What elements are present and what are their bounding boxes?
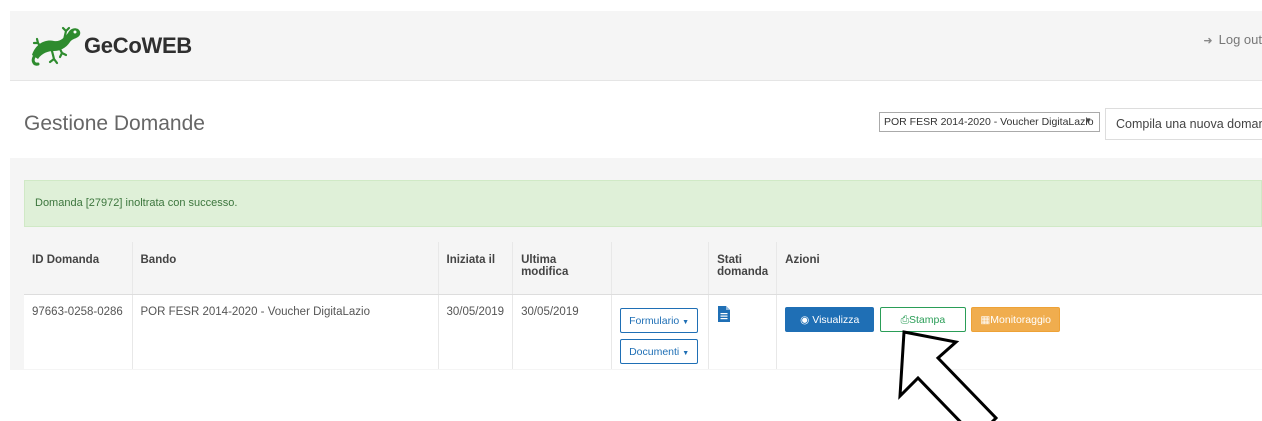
table-header-row: ID Domanda Bando Iniziata il Ultima modi… bbox=[24, 242, 1262, 295]
header-modifica: Ultima modifica bbox=[512, 242, 613, 295]
monitoraggio-label: Monitoraggio bbox=[990, 313, 1051, 326]
eye-icon: ◉ bbox=[800, 313, 810, 326]
stampa-label: Stampa bbox=[908, 313, 946, 326]
stampa-button[interactable]: ⎙Stampa bbox=[879, 306, 967, 332]
new-application-button[interactable]: Compila una nuova domanda bbox=[1105, 108, 1262, 140]
top-navbar: GeCoWEB ➜ Log out bbox=[10, 11, 1262, 81]
bando-select-value: POR FESR 2014-2020 - Voucher DigitaLazio bbox=[884, 116, 1094, 128]
documenti-label: Documenti bbox=[629, 345, 680, 358]
cell-modifica: 30/05/2019 bbox=[512, 294, 613, 369]
visualizza-button[interactable]: ◉ Visualizza bbox=[785, 306, 875, 332]
cell-id: 97663-0258-0286 bbox=[24, 294, 133, 369]
header-stati: Stati domanda bbox=[708, 242, 778, 295]
table-icon: ▦ bbox=[980, 313, 991, 326]
header-iniziata: Iniziata il bbox=[438, 242, 514, 295]
pointer-arrow-icon bbox=[898, 330, 999, 421]
cell-stati bbox=[708, 294, 778, 369]
header-id: ID Domanda bbox=[24, 242, 133, 295]
sign-out-icon: ➜ bbox=[1203, 35, 1213, 47]
cell-menus: Formulario ▼ Documenti ▼ bbox=[611, 294, 710, 369]
print-icon: ⎙ bbox=[900, 313, 909, 326]
formulario-dropdown[interactable]: Formulario ▼ bbox=[620, 307, 699, 333]
gecko-logo-icon bbox=[31, 26, 81, 66]
caret-down-icon: ▼ bbox=[682, 349, 690, 357]
applications-table: ID Domanda Bando Iniziata il Ultima modi… bbox=[24, 242, 1262, 369]
visualizza-label: Visualizza bbox=[812, 313, 860, 326]
monitoraggio-button[interactable]: ▦Monitoraggio bbox=[971, 306, 1060, 332]
header-azioni: Azioni bbox=[776, 242, 1262, 295]
documenti-dropdown[interactable]: Documenti ▼ bbox=[620, 338, 699, 364]
document-icon[interactable] bbox=[718, 305, 731, 322]
table-row: 97663-0258-0286 POR FESR 2014-2020 - Vou… bbox=[24, 294, 1262, 369]
cell-bando: POR FESR 2014-2020 - Voucher DigitaLazio bbox=[132, 294, 439, 369]
page-title: Gestione Domande bbox=[24, 112, 205, 136]
header-bando: Bando bbox=[132, 242, 439, 295]
cell-iniziata: 30/05/2019 bbox=[438, 294, 514, 369]
caret-down-icon: ▼ bbox=[682, 318, 690, 326]
brand-name: GeCoWEB bbox=[84, 33, 192, 58]
logout-label: Log out bbox=[1218, 32, 1262, 47]
logout-link[interactable]: ➜ Log out bbox=[1203, 32, 1262, 47]
header-menu bbox=[611, 242, 710, 295]
success-alert: Domanda [27972] inoltrata con successo. bbox=[24, 180, 1262, 227]
formulario-label: Formulario bbox=[629, 314, 680, 327]
select-caret-icon: ▼ bbox=[1084, 116, 1092, 125]
bando-select[interactable]: POR FESR 2014-2020 - Voucher DigitaLazio… bbox=[879, 112, 1100, 132]
